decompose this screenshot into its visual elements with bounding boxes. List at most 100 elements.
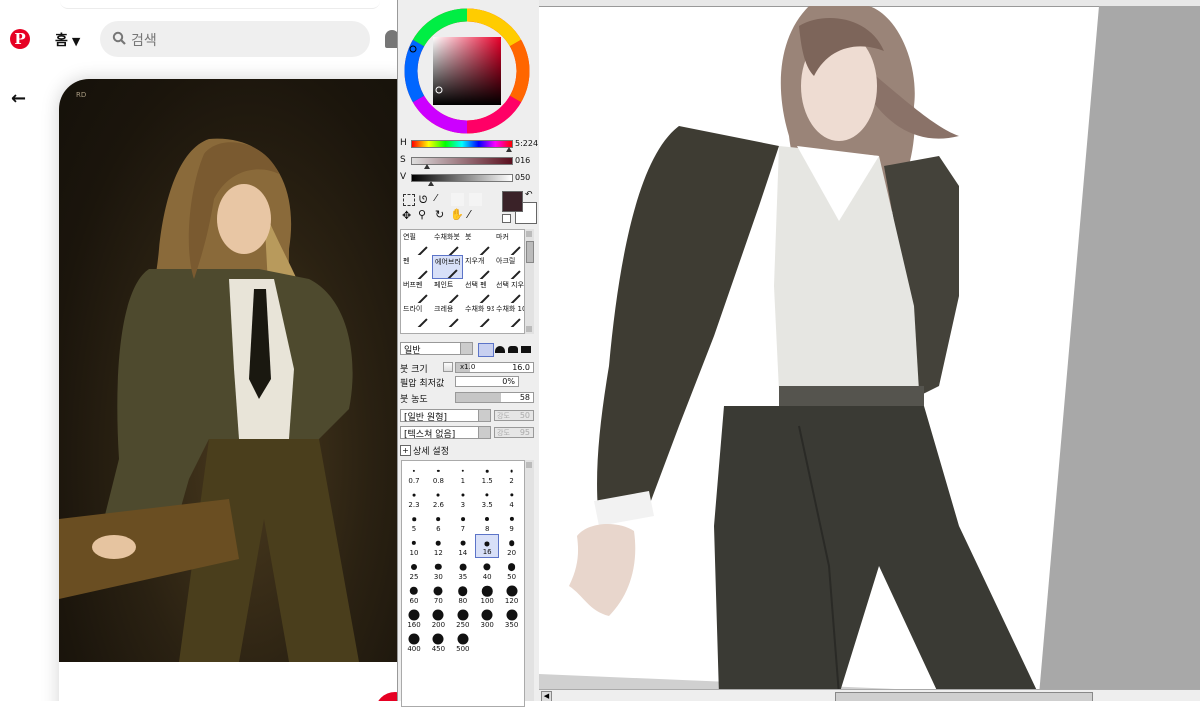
tool-item[interactable]: 지우개 (463, 255, 494, 279)
brush-size-preset[interactable]: 35 (451, 558, 475, 582)
tool-item[interactable]: 마커 (494, 231, 525, 255)
brush-size-preset[interactable]: 450 (426, 630, 450, 654)
brush-size-preset[interactable]: 70 (426, 582, 450, 606)
tool-item[interactable]: 페인트 (432, 279, 463, 303)
texture-dropdown[interactable]: [텍스쳐 없음] (400, 426, 491, 440)
scroll-thumb[interactable] (526, 241, 534, 263)
eyedropper-icon[interactable]: ⁄ (468, 208, 470, 221)
canvas-scroll-thumb[interactable] (835, 692, 1093, 701)
tool-item[interactable]: 버프펜 (401, 279, 432, 303)
scroll-down-icon[interactable] (526, 326, 532, 332)
brush-size-preset[interactable]: 5 (402, 510, 426, 534)
pin-reference-photo[interactable]: RD (59, 79, 398, 662)
brush-size-preset[interactable]: 2 (500, 462, 524, 486)
brush-size-preset[interactable]: 3.5 (475, 486, 499, 510)
brush-edge-soft-icon[interactable] (495, 346, 505, 353)
min-size-field[interactable]: 0% (455, 376, 519, 387)
size-multiplier-button[interactable] (443, 362, 453, 372)
zoom-icon[interactable]: ⚲ (418, 208, 426, 221)
brush-size-preset[interactable]: 200 (426, 606, 450, 630)
tool-item[interactable]: 수채화 10호 (494, 303, 525, 327)
brush-size-preset[interactable]: 9 (500, 510, 524, 534)
brush-size-preset[interactable]: 25 (402, 558, 426, 582)
tool-grid-scrollbar[interactable] (524, 229, 534, 334)
brush-size-preset[interactable]: 4 (500, 486, 524, 510)
rect-select-icon[interactable] (403, 194, 415, 206)
search-bar[interactable]: 검색 (100, 21, 370, 57)
brush-size-preset[interactable]: 40 (475, 558, 499, 582)
drawing-canvas[interactable]: ◀ (539, 0, 1200, 701)
advanced-settings-label[interactable]: 상세 설정 (413, 444, 449, 457)
tool-item[interactable]: 연필 (401, 231, 432, 255)
lasso-icon[interactable]: ᘎ (419, 195, 427, 206)
brush-size-preset[interactable]: 3 (451, 486, 475, 510)
brush-size-preset[interactable]: 30 (426, 558, 450, 582)
brush-size-preset[interactable]: 2.6 (426, 486, 450, 510)
scroll-up-icon[interactable] (526, 462, 532, 468)
value-slider-handle[interactable] (428, 181, 434, 186)
brush-shape-dropdown[interactable]: [일반 원형] (400, 409, 491, 423)
brush-size-preset[interactable]: 350 (500, 606, 524, 630)
brush-edge-square-icon[interactable] (521, 346, 531, 353)
tool-item[interactable]: 에어브러 (432, 255, 463, 279)
brush-edge-hard-icon[interactable] (478, 343, 494, 357)
brush-size-preset[interactable]: 1 (451, 462, 475, 486)
saturation-slider-handle[interactable] (424, 164, 430, 169)
brush-size-preset[interactable]: 160 (402, 606, 426, 630)
brush-size-preset[interactable]: 2.3 (402, 486, 426, 510)
value-slider[interactable] (411, 174, 513, 182)
texture-strength-field[interactable]: 강도 95 (494, 427, 534, 438)
transparent-color-icon[interactable] (502, 214, 511, 223)
brush-size-preset[interactable]: 1.5 (475, 462, 499, 486)
brush-size-preset[interactable]: 300 (475, 606, 499, 630)
shape-strength-field[interactable]: 강도 50 (494, 410, 534, 421)
brush-size-preset[interactable]: 7 (451, 510, 475, 534)
brush-size-preset[interactable]: 8 (475, 510, 499, 534)
scroll-left-icon[interactable]: ◀ (541, 691, 552, 701)
brush-size-preset[interactable]: 6 (426, 510, 450, 534)
brush-size-preset[interactable]: 14 (451, 534, 475, 558)
foreground-color-swatch[interactable] (502, 191, 523, 212)
tool-item[interactable]: 붓 (463, 231, 494, 255)
move-icon[interactable]: ✥ (402, 209, 411, 222)
tool-item[interactable]: 수채화붓 (432, 231, 463, 255)
brush-size-preset[interactable]: 16 (475, 534, 500, 558)
brush-size-preset[interactable]: 500 (451, 630, 475, 654)
home-dropdown[interactable]: 홈 ▼ (55, 30, 80, 50)
scroll-up-icon[interactable] (526, 231, 532, 237)
tool-item[interactable]: 선택 펜 (463, 279, 494, 303)
brush-size-preset[interactable]: 120 (500, 582, 524, 606)
brush-edge-flat-icon[interactable] (508, 346, 518, 353)
color-wheel[interactable] (404, 8, 530, 134)
tool-item[interactable]: 선택 지우 (494, 279, 525, 303)
swap-colors-icon[interactable]: ↶ (525, 190, 533, 200)
brush-size-preset[interactable]: 0.7 (402, 462, 426, 486)
tool-item[interactable]: 아크릴 (494, 255, 525, 279)
expand-plus-icon[interactable]: + (400, 445, 411, 456)
brush-size-preset[interactable]: 100 (475, 582, 499, 606)
tool-item[interactable]: 펜 (401, 255, 432, 279)
blend-mode-dropdown[interactable]: 일반 (400, 342, 473, 356)
brush-size-preset[interactable]: 20 (500, 534, 524, 558)
canvas-horizontal-scrollbar[interactable]: ◀ (539, 689, 1200, 701)
hue-slider[interactable] (411, 140, 513, 148)
hand-icon[interactable]: ✋ (450, 208, 464, 221)
brush-size-preset[interactable]: 10 (402, 534, 426, 558)
brush-grid-scrollbar[interactable] (524, 460, 534, 701)
brush-size-preset[interactable]: 0.8 (426, 462, 450, 486)
brush-size-preset[interactable]: 250 (451, 606, 475, 630)
brush-size-field[interactable]: x1.0 16.0 (455, 362, 534, 373)
tool-item[interactable]: 드라이 (401, 303, 432, 327)
brush-size-preset[interactable]: 12 (426, 534, 450, 558)
rotate-icon[interactable]: ↻ (435, 208, 444, 221)
brush-size-preset[interactable]: 80 (451, 582, 475, 606)
tool-item[interactable]: 크레용 (432, 303, 463, 327)
tool-item[interactable]: 수채화 9호 (463, 303, 494, 327)
pinterest-logo-icon[interactable]: P (10, 29, 30, 49)
back-arrow-icon[interactable]: ← (11, 88, 26, 109)
brush-size-preset[interactable]: 400 (402, 630, 426, 654)
density-field[interactable]: 58 (455, 392, 534, 403)
hue-slider-handle[interactable] (506, 147, 512, 152)
brush-size-preset[interactable]: 60 (402, 582, 426, 606)
brush-size-preset[interactable]: 50 (500, 558, 524, 582)
